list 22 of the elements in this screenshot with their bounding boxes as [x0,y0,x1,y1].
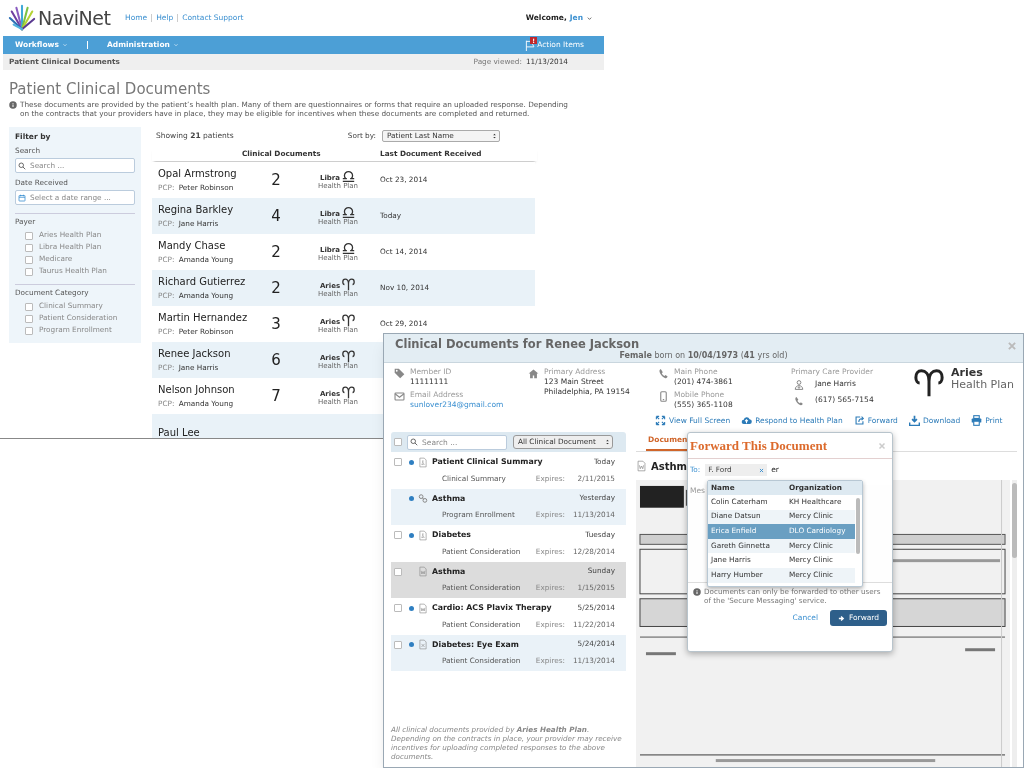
patient-name: Mandy Chase [158,239,227,254]
patient-name: Paul Lee [158,425,201,438]
popover-title: Forward This Document [690,436,827,455]
patient-name: Martin Hernandez [158,311,249,326]
document-count: 4 [271,207,281,225]
document-count: 3 [271,315,281,333]
document-count: 6 [271,351,281,369]
patient-name: Nelson Johnson [158,383,236,398]
page-title: Patient Clinical Documents [9,80,212,98]
document-count: 2 [271,171,281,189]
patient-name: Regina Barkley [158,203,235,218]
document-title: Asthm [651,459,687,474]
patient-name: Renee Jackson [158,347,232,362]
patient-summary: Female born on 10/04/1973 (41 yrs old) [619,351,789,362]
document-count: 2 [271,279,281,297]
brand-name: NaviNet [38,5,111,31]
plan-name: Aries [951,367,984,379]
document-count: 2 [271,243,281,261]
patient-name: Richard Gutierrez [158,275,247,290]
patient-name: Opal Armstrong [158,167,238,182]
plan-subtitle: Health Plan [951,379,1015,391]
document-count: 7 [271,387,281,405]
